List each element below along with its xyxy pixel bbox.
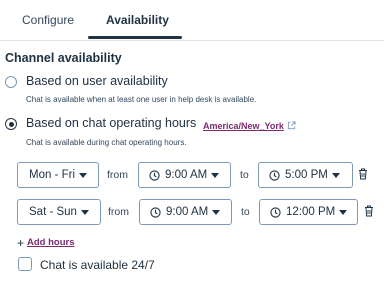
- tab-bar: Configure Availability: [0, 0, 384, 41]
- trash-icon[interactable]: [358, 168, 368, 180]
- end-time-value: 12:00 PM: [286, 206, 336, 218]
- start-time-dropdown-row-2[interactable]: 9:00 AM: [139, 199, 232, 225]
- active-tab-indicator: [88, 36, 182, 39]
- start-time-value: 9:00 AM: [165, 169, 208, 181]
- timezone-link[interactable]: America/New_York: [203, 121, 284, 131]
- option-help-user-availability: Chat is available when at least one user…: [26, 95, 257, 104]
- radio-operating-hours[interactable]: [5, 118, 17, 130]
- caret-down-icon: [212, 209, 221, 215]
- caret-down-icon: [80, 209, 89, 215]
- clock-icon: [270, 206, 281, 218]
- clock-icon: [149, 169, 160, 181]
- end-time-value: 5:00 PM: [285, 169, 328, 181]
- clock-icon: [150, 206, 161, 218]
- external-link-icon: [287, 121, 296, 130]
- available-24-7-label[interactable]: Chat is available 24/7: [40, 258, 155, 272]
- from-label: from: [107, 169, 128, 181]
- from-label: from: [108, 206, 129, 218]
- start-time-dropdown-row-1[interactable]: 9:00 AM: [138, 162, 231, 188]
- caret-down-icon: [211, 172, 220, 178]
- start-time-value: 9:00 AM: [166, 206, 209, 218]
- tab-configure[interactable]: Configure: [22, 13, 74, 27]
- add-hours-plus-icon: +: [17, 236, 25, 250]
- caret-down-icon: [339, 209, 348, 215]
- end-time-dropdown-row-2[interactable]: 12:00 PM: [259, 199, 358, 225]
- caret-down-icon: [331, 172, 340, 178]
- trash-icon[interactable]: [364, 205, 374, 217]
- option-label-operating-hours[interactable]: Based on chat operating hours: [26, 116, 196, 130]
- add-hours-link[interactable]: Add hours: [27, 237, 75, 248]
- radio-user-availability[interactable]: [5, 76, 17, 88]
- to-label: to: [241, 206, 250, 218]
- end-time-dropdown-row-1[interactable]: 5:00 PM: [258, 162, 353, 188]
- tab-availability[interactable]: Availability: [106, 13, 169, 27]
- option-help-operating-hours: Chat is available during chat operating …: [26, 138, 187, 147]
- section-title: Channel availability: [5, 51, 122, 65]
- days-dropdown-row-2[interactable]: Sat - Sun: [17, 199, 101, 225]
- option-label-user-availability[interactable]: Based on user availability: [26, 74, 168, 88]
- available-24-7-checkbox[interactable]: [18, 257, 32, 271]
- days-value: Mon - Fri: [29, 169, 75, 181]
- to-label: to: [240, 169, 249, 181]
- clock-icon: [269, 169, 280, 181]
- days-dropdown-row-1[interactable]: Mon - Fri: [17, 162, 99, 188]
- days-value: Sat - Sun: [29, 206, 77, 218]
- caret-down-icon: [79, 172, 87, 178]
